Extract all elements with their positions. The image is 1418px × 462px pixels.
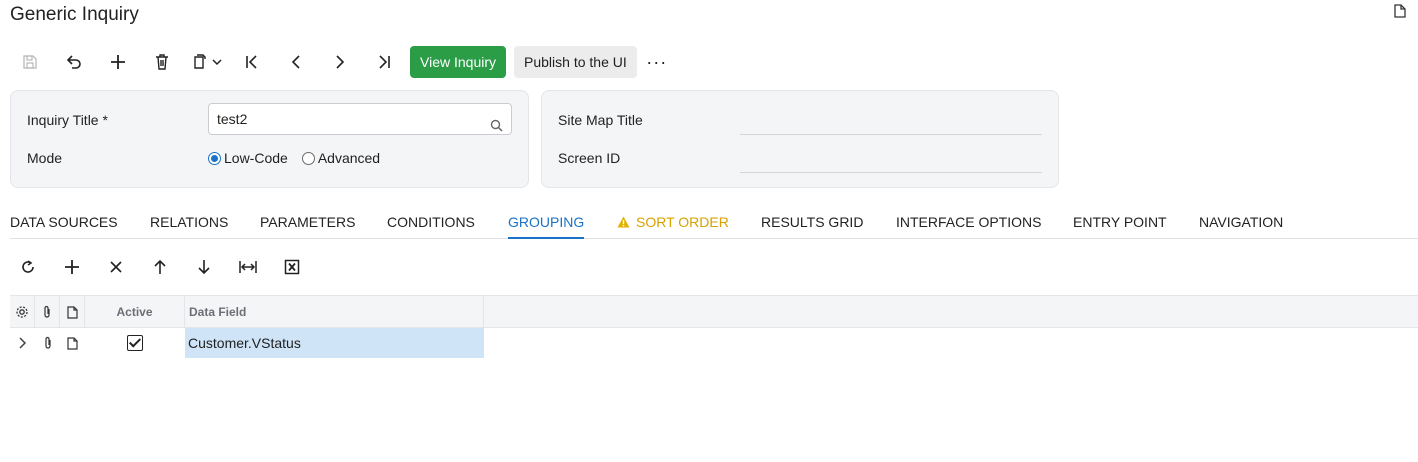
mode-advanced-radio[interactable]: Advanced bbox=[301, 150, 381, 166]
export-excel-icon[interactable] bbox=[270, 252, 314, 282]
active-checkbox-cell bbox=[85, 328, 185, 358]
grid-toolbar bbox=[6, 252, 314, 282]
row-attachment-icon[interactable] bbox=[35, 328, 60, 358]
tab-conditions[interactable]: CONDITIONS bbox=[387, 214, 475, 230]
tab-navigation[interactable]: NAVIGATION bbox=[1199, 214, 1283, 230]
add-icon[interactable] bbox=[96, 46, 140, 78]
tab-results-grid[interactable]: RESULTS GRID bbox=[761, 214, 863, 230]
active-checkbox[interactable] bbox=[127, 335, 143, 351]
table-row[interactable]: Customer.VStatus bbox=[10, 328, 484, 358]
mode-low-code-radio[interactable]: Low-Code bbox=[208, 150, 288, 166]
refresh-icon[interactable] bbox=[6, 252, 50, 282]
previous-icon[interactable] bbox=[274, 46, 318, 78]
tab-relations[interactable]: RELATIONS bbox=[150, 214, 228, 230]
radio-selected-icon bbox=[208, 151, 221, 165]
next-icon[interactable] bbox=[318, 46, 362, 78]
row-note-icon[interactable] bbox=[60, 328, 85, 358]
grouping-grid: Active Data Field Customer.VStatus bbox=[10, 295, 1418, 358]
tab-interface-options[interactable]: INTERFACE OPTIONS bbox=[896, 214, 1041, 230]
inquiry-title-input[interactable]: test2 bbox=[208, 103, 512, 135]
view-inquiry-button[interactable]: View Inquiry bbox=[410, 46, 507, 78]
tab-grouping[interactable]: GROUPING bbox=[508, 214, 585, 239]
copy-paste-icon[interactable] bbox=[184, 46, 230, 78]
undo-icon[interactable] bbox=[52, 46, 96, 78]
document-icon[interactable] bbox=[1394, 4, 1406, 18]
radio-unselected-icon bbox=[301, 151, 315, 165]
grid-header: Active Data Field bbox=[10, 295, 1418, 328]
save-icon[interactable] bbox=[8, 46, 52, 78]
first-record-icon[interactable] bbox=[230, 46, 274, 78]
inquiry-title-value: test2 bbox=[217, 111, 248, 127]
tab-bar: DATA SOURCES RELATIONS PARAMETERS CONDIT… bbox=[10, 206, 1418, 239]
site-map-title-field[interactable] bbox=[740, 134, 1042, 135]
mode-advanced-label: Advanced bbox=[317, 150, 381, 166]
screen-id-field[interactable] bbox=[740, 172, 1042, 173]
move-up-icon[interactable] bbox=[138, 252, 182, 282]
more-actions-button[interactable]: ··· bbox=[637, 46, 677, 78]
mode-label: Mode bbox=[27, 150, 63, 166]
delete-row-icon[interactable] bbox=[94, 252, 138, 282]
search-icon[interactable] bbox=[490, 112, 503, 142]
site-map-title-label: Site Map Title bbox=[558, 112, 643, 128]
last-record-icon[interactable] bbox=[362, 46, 406, 78]
site-map-panel: Site Map Title Screen ID bbox=[541, 90, 1059, 188]
tab-entry-point[interactable]: ENTRY POINT bbox=[1073, 214, 1167, 230]
inquiry-summary-panel: Inquiry Title * test2 Mode Low-Code Adva… bbox=[10, 90, 529, 188]
add-row-icon[interactable] bbox=[50, 252, 94, 282]
note-icon bbox=[60, 296, 85, 328]
warning-icon bbox=[617, 215, 630, 231]
move-down-icon[interactable] bbox=[182, 252, 226, 282]
settings-icon[interactable] bbox=[10, 296, 35, 328]
screen-id-label: Screen ID bbox=[558, 150, 621, 166]
fit-columns-icon[interactable] bbox=[226, 252, 270, 282]
column-header-active[interactable]: Active bbox=[85, 296, 185, 328]
required-mark: * bbox=[102, 112, 108, 128]
publish-to-ui-button[interactable]: Publish to the UI bbox=[514, 46, 637, 78]
paperclip-icon bbox=[35, 296, 60, 328]
inquiry-title-label-text: Inquiry Title bbox=[27, 112, 99, 128]
tab-parameters[interactable]: PARAMETERS bbox=[260, 214, 355, 230]
page-title: Generic Inquiry bbox=[10, 4, 139, 25]
main-toolbar: View Inquiry Publish to the UI ··· bbox=[8, 46, 677, 78]
inquiry-title-label: Inquiry Title * bbox=[27, 112, 108, 128]
mode-radio-group: Low-Code Advanced bbox=[208, 150, 394, 166]
data-field-cell[interactable]: Customer.VStatus bbox=[185, 328, 484, 358]
column-header-data-field[interactable]: Data Field bbox=[185, 296, 484, 328]
delete-icon[interactable] bbox=[140, 46, 184, 78]
tab-data-sources[interactable]: DATA SOURCES bbox=[10, 214, 118, 230]
expand-row-icon[interactable] bbox=[10, 328, 35, 358]
mode-low-code-label: Low-Code bbox=[224, 150, 288, 166]
tab-sort-order[interactable]: SORT ORDER bbox=[617, 214, 729, 231]
tab-sort-order-label: SORT ORDER bbox=[636, 214, 729, 230]
